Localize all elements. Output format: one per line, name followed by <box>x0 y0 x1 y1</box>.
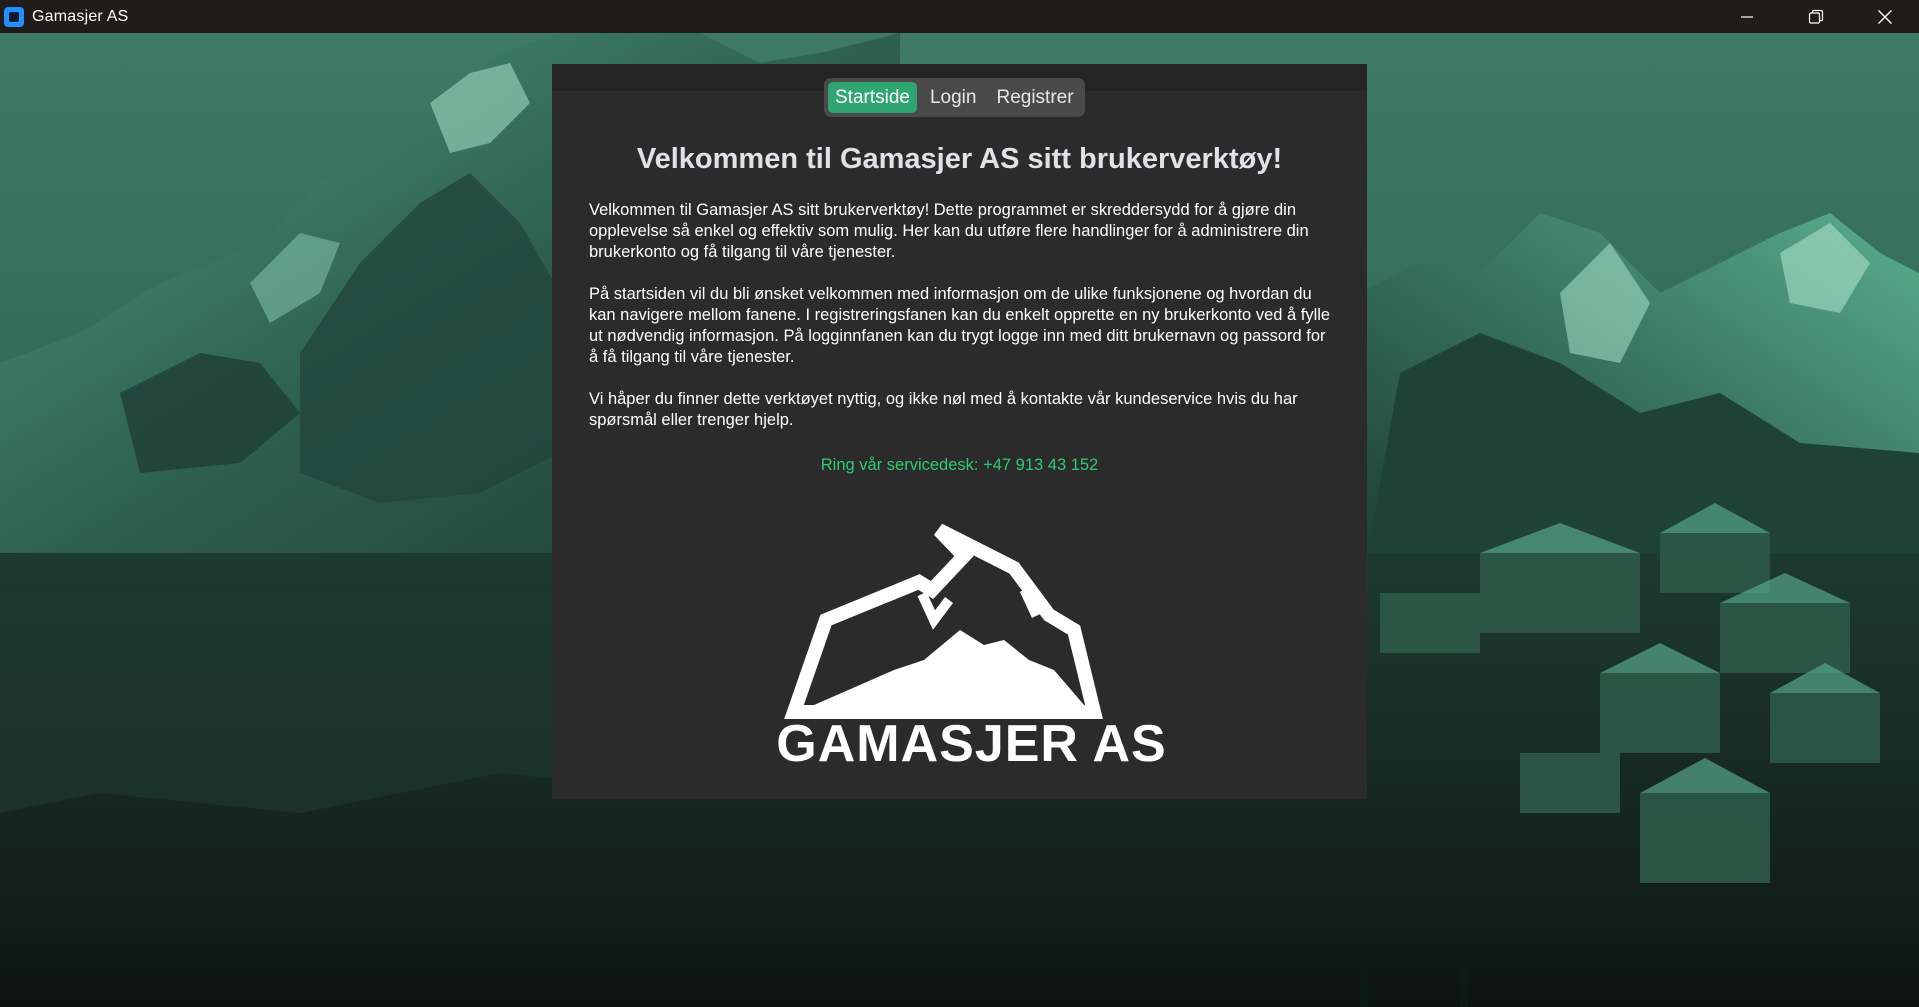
paragraph-help: Vi håper du finner dette verktøyet nytti… <box>589 390 1298 429</box>
tab-registrer[interactable]: Registrer <box>989 82 1080 113</box>
tab-bar: Startside Login Registrer <box>824 78 1085 117</box>
page-title: Velkommen til Gamasjer AS sitt brukerver… <box>636 143 1283 175</box>
close-button[interactable] <box>1850 0 1919 33</box>
tab-login[interactable]: Login <box>923 82 984 113</box>
minimize-icon <box>1740 15 1753 18</box>
servicedesk-info: Ring vår servicedesk: +47 913 43 152 <box>820 456 1099 474</box>
tab-startside[interactable]: Startside <box>828 82 917 113</box>
paragraph-intro: Velkommen til Gamasjer AS sitt brukerver… <box>589 201 1309 261</box>
main-panel: Startside Login Registrer Velkommen til … <box>552 64 1367 799</box>
mountain-logo-icon <box>784 523 1103 719</box>
restore-icon <box>1808 9 1823 24</box>
minimize-button[interactable] <box>1712 0 1781 33</box>
company-logo: GAMASJER AS <box>774 520 1169 773</box>
welcome-text: Velkommen til Gamasjer AS sitt brukerver… <box>589 200 1339 452</box>
window-controls <box>1712 0 1919 33</box>
window-title: Gamasjer AS <box>32 7 129 25</box>
app-icon <box>4 6 24 27</box>
logo-text: GAMASJER AS <box>776 715 1167 773</box>
title-bar: Gamasjer AS <box>0 0 1919 33</box>
restore-button[interactable] <box>1781 0 1850 33</box>
paragraph-navigation: På startsiden vil du bli ønsket velkomme… <box>589 285 1331 366</box>
close-icon <box>1877 9 1892 24</box>
